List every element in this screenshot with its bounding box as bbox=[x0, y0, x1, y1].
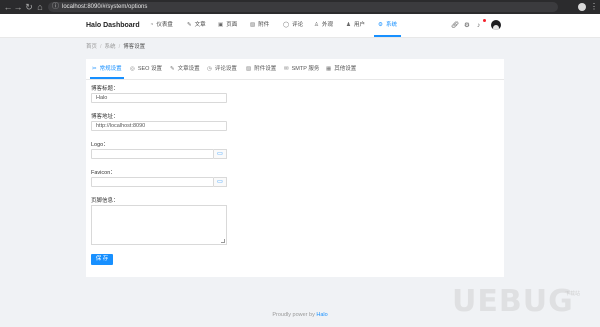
settings-gear-icon[interactable]: ⚙ bbox=[464, 14, 470, 37]
tab-general[interactable]: ✂ 常规设置 bbox=[90, 59, 124, 79]
blog-title-input[interactable] bbox=[91, 93, 227, 103]
tab-seo[interactable]: ◎ SEO 设置 bbox=[130, 59, 162, 78]
address-bar[interactable]: ⓘ localhost:8090/#/system/options bbox=[48, 2, 558, 12]
picture-icon: ▨ bbox=[250, 22, 256, 28]
tab-post[interactable]: ✎ 文章设置 bbox=[170, 59, 200, 78]
forward-icon[interactable]: → bbox=[13, 1, 23, 13]
favicon-input[interactable] bbox=[91, 177, 214, 187]
breadcrumb: 首页 / 系统 / 博客设置 bbox=[86, 42, 145, 50]
settings-tabs: ✂ 常规设置 ◎ SEO 设置 ✎ 文章设置 ◷ 评论设置 ▨ 附件设置 ✉ SMTP 服务… bbox=[86, 59, 504, 80]
menu-item-attachments[interactable]: ▨ 附件 bbox=[250, 14, 269, 36]
breadcrumb-home[interactable]: 首页 bbox=[86, 44, 97, 50]
notification-badge bbox=[483, 19, 486, 22]
edit-icon: ✎ bbox=[170, 66, 175, 72]
picture-icon: ▭ bbox=[217, 179, 223, 185]
app-header: Halo Dashboard ◔ 仪表盘 ✎ 文章 ▣ 页面 ▨ 附件 ◯ 评论 ♙ 外观 … bbox=[0, 14, 600, 38]
mail-icon: ✉ bbox=[284, 66, 289, 72]
home-icon[interactable]: ⌂ bbox=[35, 1, 45, 13]
blog-url-label: 博客地址： bbox=[91, 114, 119, 120]
info-icon: ⓘ bbox=[52, 3, 59, 10]
setting-icon: ⚙ bbox=[378, 22, 383, 28]
breadcrumb-separator: / bbox=[100, 44, 102, 50]
tab-attachment[interactable]: ▨ 附件设置 bbox=[246, 59, 276, 78]
picture-icon: ▨ bbox=[246, 66, 252, 72]
reload-icon[interactable]: ↻ bbox=[24, 1, 34, 13]
blog-title-label: 博客标题： bbox=[91, 86, 119, 92]
logo-picker-button[interactable]: ▭ bbox=[214, 149, 227, 159]
breadcrumb-separator: / bbox=[118, 44, 121, 50]
comment-icon: ◷ bbox=[207, 66, 212, 72]
save-button[interactable]: 保 存 bbox=[91, 254, 113, 265]
tab-other[interactable]: ▦ 其他设置 bbox=[326, 59, 356, 78]
picture-icon: ▭ bbox=[217, 151, 223, 157]
menu-item-posts[interactable]: ✎ 文章 bbox=[187, 14, 206, 36]
global-icon: ◎ bbox=[130, 66, 135, 72]
form-icon: ✎ bbox=[187, 22, 192, 28]
watermark-subtitle: 下载站 bbox=[565, 291, 581, 297]
footer-text: Proudly power by bbox=[272, 312, 317, 318]
address-bar-url: localhost:8090/#/system/options bbox=[62, 4, 148, 10]
brand-title[interactable]: Halo Dashboard bbox=[86, 14, 140, 37]
browser-menu-icon[interactable]: ⋮ bbox=[590, 1, 598, 13]
tab-smtp[interactable]: ✉ SMTP 服务 bbox=[284, 59, 319, 78]
link-icon[interactable]: 🔗︎ bbox=[451, 14, 459, 37]
favicon-picker-button[interactable]: ▭ bbox=[214, 177, 227, 187]
logo-input[interactable] bbox=[91, 149, 214, 159]
user-icon: ♟ bbox=[346, 22, 351, 28]
blog-url-input[interactable] bbox=[91, 121, 227, 131]
menu-item-users[interactable]: ♟ 用户 bbox=[346, 14, 365, 36]
user-avatar[interactable] bbox=[491, 20, 501, 30]
skin-icon: ♙ bbox=[314, 22, 319, 28]
read-icon: ▣ bbox=[218, 22, 224, 28]
profile-icon[interactable] bbox=[578, 3, 586, 11]
logo-label: Logo： bbox=[91, 142, 109, 148]
footer-info-textarea[interactable] bbox=[91, 205, 227, 245]
menu-item-pages[interactable]: ▣ 页面 bbox=[218, 14, 237, 36]
breadcrumb-current: 博客设置 bbox=[123, 44, 146, 50]
dashboard-icon: ◔ bbox=[150, 22, 154, 28]
footer-halo-link[interactable]: Halo bbox=[316, 312, 327, 318]
menu-item-dashboard[interactable]: ◔ 仪表盘 bbox=[150, 14, 173, 36]
bell-icon[interactable]: ♪ bbox=[477, 14, 480, 37]
settings-card: ✂ 常规设置 ◎ SEO 设置 ✎ 文章设置 ◷ 评论设置 ▨ 附件设置 ✉ SMTP 服务… bbox=[86, 59, 504, 277]
browser-toolbar: ← → ↻ ⌂ ⓘ localhost:8090/#/system/option… bbox=[0, 0, 600, 14]
favicon-label: Favicon： bbox=[91, 170, 116, 176]
watermark-logo: UEBUG bbox=[452, 284, 574, 319]
tab-comment[interactable]: ◷ 评论设置 bbox=[207, 59, 237, 78]
message-icon: ◯ bbox=[283, 22, 290, 28]
footer-info-label: 页脚信息： bbox=[91, 198, 119, 204]
breadcrumb-system[interactable]: 系统 bbox=[105, 44, 116, 50]
back-icon[interactable]: ← bbox=[3, 1, 13, 13]
other-icon: ▦ bbox=[326, 66, 332, 72]
menu-item-system[interactable]: ⚙ 系统 bbox=[374, 14, 401, 37]
menu-item-comments[interactable]: ◯ 评论 bbox=[283, 14, 303, 36]
menu-item-appearance[interactable]: ♙ 外观 bbox=[314, 14, 333, 36]
tool-icon: ✂ bbox=[92, 66, 97, 72]
